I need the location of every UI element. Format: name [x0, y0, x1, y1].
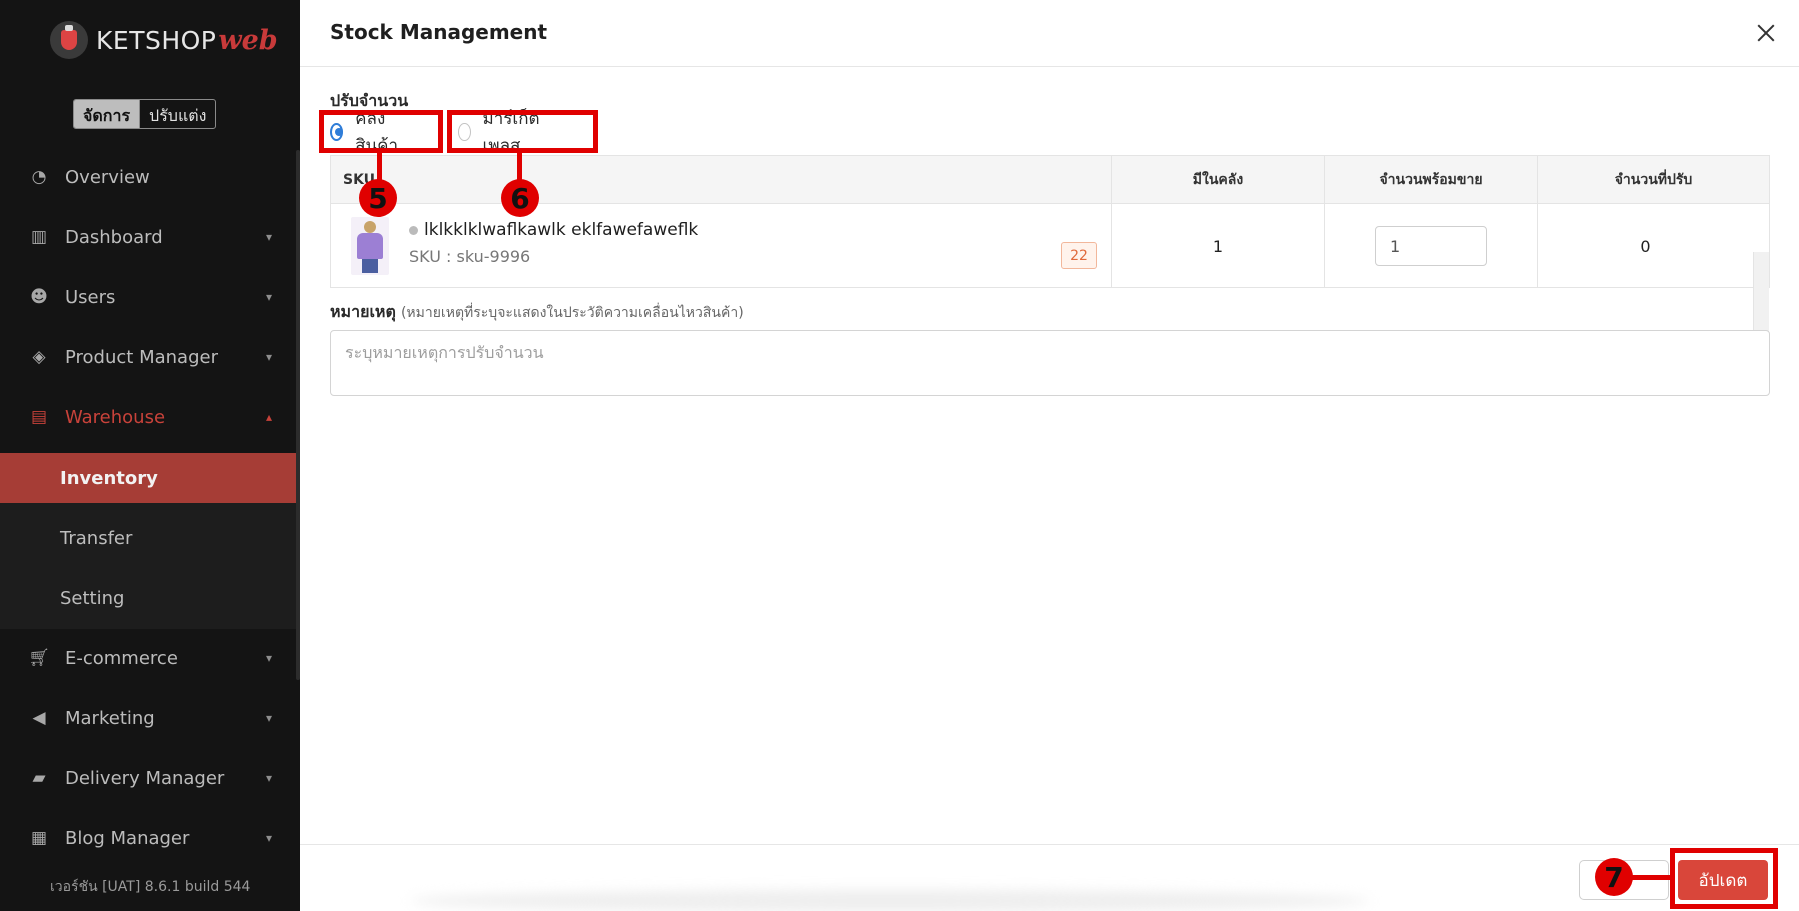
modal-header: Stock Management [300, 0, 1799, 67]
sidebar-item-label: Users [65, 286, 116, 308]
sidebar-item-label: Overview [65, 166, 150, 188]
sidebar-item-label: Dashboard [65, 226, 163, 248]
chevron-down-icon: ▾ [265, 350, 272, 364]
highlight-box-5 [319, 110, 443, 153]
warehouse-submenu: Inventory Transfer Setting [0, 453, 296, 629]
mode-customize-button[interactable]: ปรับแต่ง [139, 100, 215, 128]
note-label: หมายเหตุ (หมายเหตุที่ระบุจะแสดงในประวัติ… [330, 300, 744, 325]
pie-chart-icon: ◔ [31, 167, 47, 187]
sidebar-subitem-setting[interactable]: Setting [0, 573, 296, 623]
column-header-adjust-qty: จำนวนที่ปรับ [1537, 156, 1769, 204]
stock-table: SKU มีในคลัง จำนวนพร้อมขาย จำนวนที่ปรับ … [330, 155, 1770, 336]
sidebar-item-label: Marketing [65, 707, 155, 729]
note-textarea[interactable] [330, 330, 1770, 396]
sidebar-item-users[interactable]: ☻ Users ▾ [0, 267, 296, 327]
sidebar-item-label: Delivery Manager [65, 767, 225, 789]
chevron-up-icon: ▴ [265, 410, 272, 424]
mode-manage-button[interactable]: จัดการ [74, 100, 140, 128]
sidebar-item-warehouse[interactable]: ▤ Warehouse ▴ [0, 387, 296, 447]
marker-line-7 [1630, 875, 1672, 880]
note-title: หมายเหตุ [330, 302, 396, 321]
step-marker-6: 6 [501, 179, 539, 217]
chevron-down-icon: ▾ [265, 230, 272, 244]
table-scrollbar[interactable] [1753, 252, 1769, 336]
mode-switch: จัดการ ปรับแต่ง [73, 99, 217, 129]
bar-chart-icon: ▥ [30, 227, 48, 247]
footer-shadow [410, 890, 1370, 911]
logo-icon [50, 21, 88, 59]
truck-icon: ▰ [32, 768, 46, 788]
sidebar-item-overview[interactable]: ◔ Overview [0, 147, 296, 207]
count-badge: 22 [1061, 242, 1097, 269]
sidebar-item-marketing[interactable]: ◀ Marketing ▾ [0, 688, 296, 748]
sidebar-item-label: Product Manager [65, 346, 218, 368]
megaphone-icon: ◀ [32, 708, 46, 728]
sidebar-subitem-label: Transfer [60, 527, 133, 549]
sidebar-item-label: Warehouse [65, 406, 166, 428]
note-hint: (หมายเหตุที่ระบุจะแสดงในประวัติความเคลื่… [400, 305, 744, 321]
product-thumbnail [351, 217, 389, 275]
highlight-box-7 [1670, 848, 1778, 909]
chevron-down-icon: ▾ [265, 831, 272, 845]
cart-icon: 🛒︎ [28, 648, 50, 668]
marker-line-5 [377, 152, 382, 182]
sidebar-item-label: Blog Manager [65, 827, 190, 849]
column-header-sku: SKU [343, 172, 376, 188]
version-text: เวอร์ชัน [UAT] 8.6.1 build 544 [50, 879, 251, 895]
chevron-down-icon: ▾ [265, 290, 272, 304]
chevron-down-icon: ▾ [265, 711, 272, 725]
step-marker-5: 5 [359, 179, 397, 217]
product-name: lklkklklwaflkawlk eklfawefaweflk [409, 220, 698, 240]
tag-icon: ◈ [32, 347, 46, 367]
users-icon: ☻ [30, 287, 48, 307]
close-icon[interactable] [1755, 22, 1777, 44]
product-name-text: lklkklklwaflkawlk eklfawefaweflk [424, 220, 699, 240]
sidebar-item-delivery-manager[interactable]: ▰ Delivery Manager ▾ [0, 748, 296, 808]
newspaper-icon: ▦ [30, 828, 48, 848]
table-header: SKU มีในคลัง จำนวนพร้อมขาย จำนวนที่ปรับ [331, 156, 1769, 204]
modal-footer: อัปเดต [300, 844, 1799, 911]
logo-accent: web [218, 24, 278, 56]
sidebar-subitem-label: Setting [60, 587, 125, 609]
column-header-ready-qty: จำนวนพร้อมขาย [1324, 156, 1537, 204]
sidebar-item-ecommerce[interactable]: 🛒︎ E-commerce ▾ [0, 628, 296, 688]
chevron-down-icon: ▾ [265, 771, 272, 785]
highlight-box-6 [447, 110, 598, 153]
ready-qty-cell [1324, 204, 1537, 288]
sidebar-item-dashboard[interactable]: ▥ Dashboard ▾ [0, 207, 296, 267]
table-row: lklkklklwaflkawlk eklfawefaweflk SKU : s… [331, 204, 1769, 336]
sidebar-item-product-manager[interactable]: ◈ Product Manager ▾ [0, 327, 296, 387]
sidebar-subitem-transfer[interactable]: Transfer [0, 513, 296, 563]
sidebar-subitem-label: Inventory [60, 467, 158, 489]
ready-qty-input[interactable] [1375, 226, 1487, 266]
status-dot-icon [409, 225, 418, 235]
marker-line-6 [517, 152, 522, 182]
logo-text: KETSHOP [96, 25, 217, 55]
warehouse-icon: ▤ [30, 407, 48, 427]
product-sku: SKU : sku-9996 [409, 247, 531, 266]
column-header-in-stock: มีในคลัง [1111, 156, 1324, 204]
sidebar-item-blog-manager[interactable]: ▦ Blog Manager ▾ [0, 808, 296, 868]
modal-title: Stock Management [330, 20, 548, 44]
chevron-down-icon: ▾ [265, 651, 272, 665]
sidebar: KETSHOP web จัดการ ปรับแต่ง ◔ Overview ▥… [0, 0, 300, 911]
adjust-qty-value: 0 [1537, 204, 1753, 288]
in-stock-value: 1 [1111, 204, 1324, 288]
step-marker-7: 7 [1595, 858, 1633, 896]
app-logo[interactable]: KETSHOP web [50, 18, 278, 62]
sidebar-subitem-inventory[interactable]: Inventory [0, 453, 296, 503]
sidebar-item-label: E-commerce [65, 647, 178, 669]
